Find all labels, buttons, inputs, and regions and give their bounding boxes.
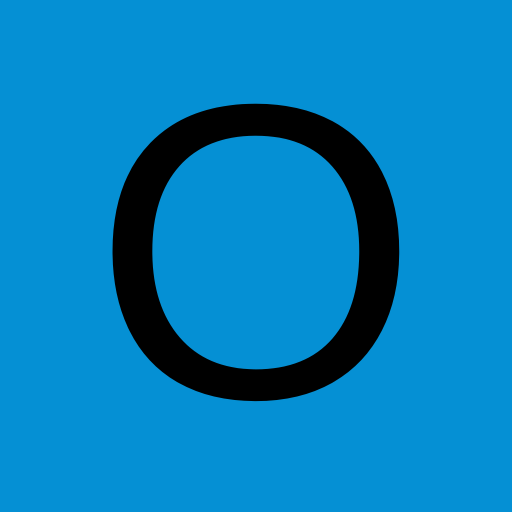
letter-glyph: O xyxy=(92,18,420,487)
letter-tile: O xyxy=(0,0,512,512)
